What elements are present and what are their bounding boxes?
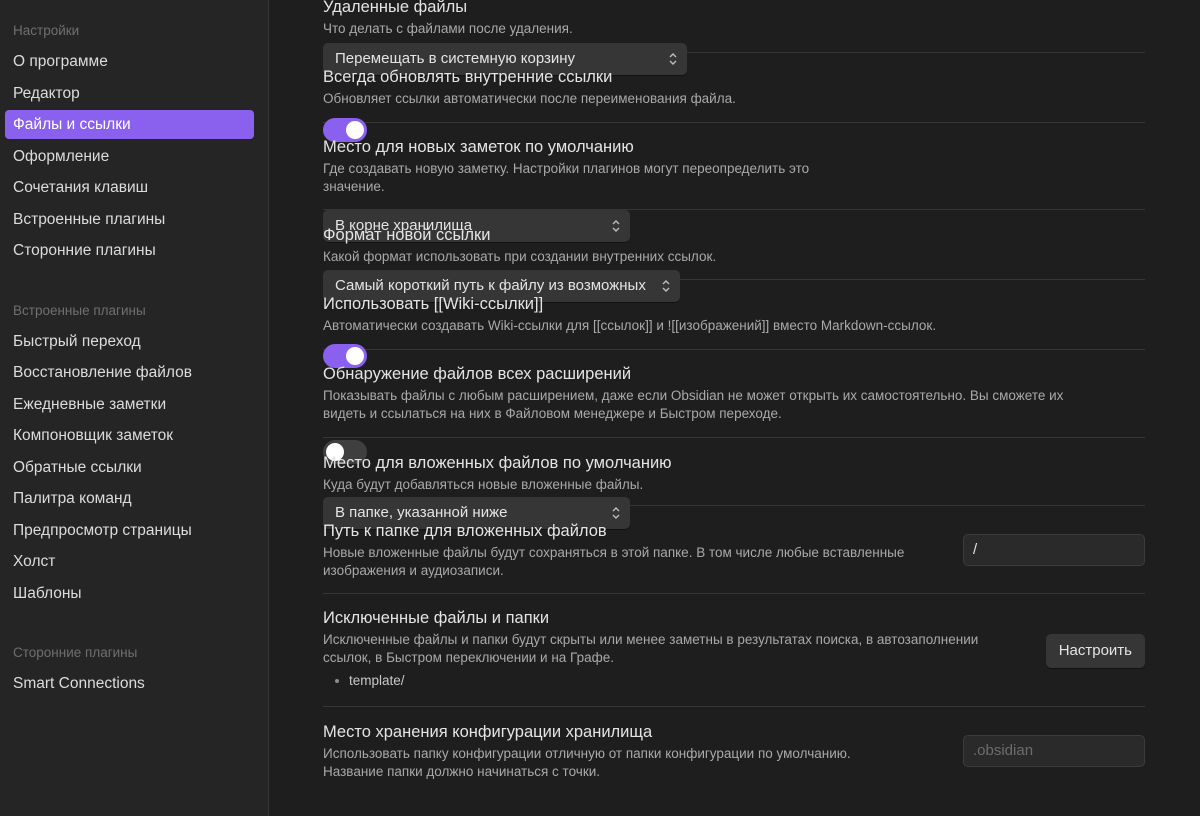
setting-description: Автоматически создавать Wiki-ссылки для … [323,318,937,333]
setting-description: Использовать папку конфигурации отличную… [323,746,851,779]
setting-description: Обновляет ссылки автоматически после пер… [323,91,736,106]
sidebar-item-appearance[interactable]: Оформление [5,142,254,171]
setting-description: Новые вложенные файлы будут сохраняться … [323,545,905,578]
sidebar-item-daily-notes[interactable]: Ежедневные заметки [5,390,254,419]
setting-attachment-location: Место для вложенных файлов по умолчанию … [323,452,1145,529]
setting-description: Где создавать новую заметку. Настройки п… [323,161,810,194]
excluded-files-list: template/ [323,673,1145,688]
dropdown-value: Перемещать в системную корзину [335,50,576,67]
sidebar-item-note-composer[interactable]: Компоновщик заметок [5,421,254,450]
dropdown-value: Самый короткий путь к файлу из возможных [335,277,646,294]
chevron-up-down-icon [612,507,620,519]
setting-deleted-files: Удаленные файлы Что делать с файлами пос… [323,0,1145,75]
sidebar-item-editor[interactable]: Редактор [5,79,254,108]
settings-content: Удаленные файлы Что делать с файлами пос… [269,0,1200,816]
setting-description: Какой формат использовать при создании в… [323,249,717,264]
setting-description: Куда будут добавляться новые вложенные ф… [323,477,644,492]
setting-description: Показывать файлы с любым расширением, да… [323,388,1064,421]
sidebar-item-page-preview[interactable]: Предпросмотр страницы [5,516,254,545]
sidebar-group-title-core-plugins: Встроенные плагины [13,302,146,318]
setting-update-internal-links: Всегда обновлять внутренние ссылки Обнов… [323,66,1145,142]
setting-description: Что делать с файлами после удаления. [323,21,573,36]
setting-use-wiki-links: Использовать [[Wiki-ссылки]] Автоматичес… [323,293,1145,368]
dropdown-value: В папке, указанной ниже [335,504,508,521]
sidebar-group-title-community-plugins: Сторонние плагины [13,645,138,660]
chevron-up-down-icon [662,280,670,292]
sidebar-item-about[interactable]: О программе [5,47,254,76]
sidebar-item-files-and-links[interactable]: Файлы и ссылки [5,110,254,139]
setting-detect-all-extensions: Обнаружение файлов всех расширений Показ… [323,363,1145,464]
setting-name: Удаленные файлы [323,0,468,16]
setting-name: Исключенные файлы и папки [323,609,550,627]
config-folder-input[interactable]: .obsidian [963,735,1145,767]
setting-link-format: Формат новой ссылки Какой формат использ… [323,224,1145,302]
sidebar-item-hotkeys[interactable]: Сочетания клавиш [5,173,254,202]
setting-name: Место для новых заметок по умолчанию [323,138,634,156]
sidebar-item-file-recovery[interactable]: Восстановление файлов [5,358,254,387]
settings-window: Настройки О программе Редактор Файлы и с… [0,0,1200,816]
chevron-up-down-icon [669,53,677,65]
sidebar-item-backlinks[interactable]: Обратные ссылки [5,453,254,482]
configure-excluded-button[interactable]: Настроить [1045,634,1145,668]
sidebar-item-templates[interactable]: Шаблоны [5,579,254,608]
setting-name: Всегда обновлять внутренние ссылки [323,68,613,86]
sidebar-item-command-palette[interactable]: Палитра команд [5,484,254,513]
sidebar-group-title-settings: Настройки [13,23,80,38]
setting-description: Исключенные файлы и папки будут скрыты и… [323,632,979,665]
sidebar-item-smart-connections[interactable]: Smart Connections [5,669,254,698]
setting-attachment-folder-path: Путь к папке для вложенных файлов Новые … [323,520,1145,594]
sidebar-item-core-plugins[interactable]: Встроенные плагины [5,205,254,234]
list-item: template/ [349,673,405,688]
setting-name: Место для вложенных файлов по умолчанию [323,454,672,472]
setting-excluded-files: Исключенные файлы и папки Исключенные фа… [323,607,1145,707]
sidebar-item-quick-switcher[interactable]: Быстрый переход [5,327,254,356]
settings-sidebar: Настройки О программе Редактор Файлы и с… [0,0,269,816]
attachment-path-input[interactable]: / [963,534,1145,566]
setting-name: Использовать [[Wiki-ссылки]] [323,295,544,313]
setting-config-folder: Место хранения конфигурации хранилища Ис… [323,721,1145,791]
sidebar-item-community-plugins[interactable]: Сторонние плагины [5,236,254,265]
sidebar-item-canvas[interactable]: Холст [5,547,254,576]
setting-name: Формат новой ссылки [323,226,491,244]
bullet-icon [335,678,339,683]
setting-new-note-location: Место для новых заметок по умолчанию Где… [323,136,1145,242]
setting-name: Обнаружение файлов всех расширений [323,365,632,383]
